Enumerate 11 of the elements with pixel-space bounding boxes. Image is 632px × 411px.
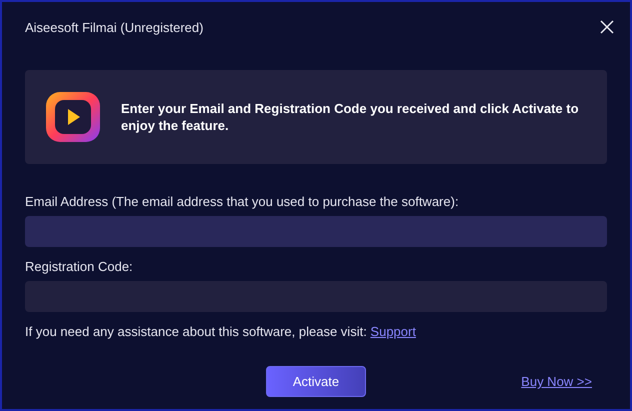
- buy-now-link[interactable]: Buy Now >>: [521, 374, 592, 389]
- support-link[interactable]: Support: [370, 324, 416, 339]
- close-icon[interactable]: [600, 20, 614, 34]
- activate-button[interactable]: Activate: [266, 366, 366, 397]
- field-label: Email Address (The email address that you used to purchase the software):: [25, 194, 460, 210]
- field-label: Registration Code:: [25, 259, 134, 275]
- window-title: Aiseesoft Filmai (Unregistered): [25, 20, 204, 34]
- help-text: If you need any assistance about this software, please visit: Support: [25, 324, 417, 340]
- email-field[interactable]: [25, 216, 607, 247]
- banner-message: Enter your Email and Registration Code you received and click Activate to enjoy the feature.: [121, 100, 580, 134]
- app-logo-icon: [45, 91, 101, 143]
